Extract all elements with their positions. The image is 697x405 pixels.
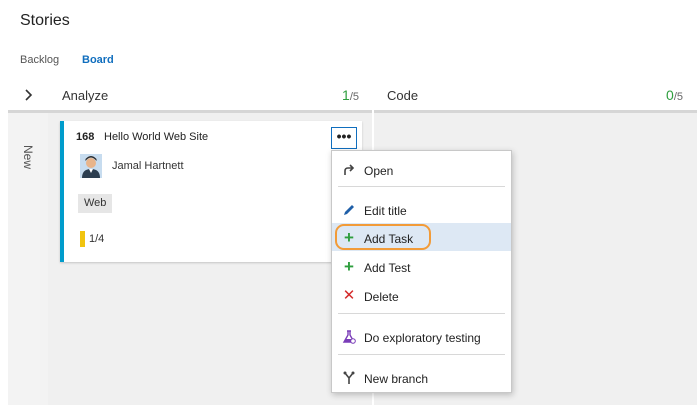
column-title: Analyze: [62, 88, 109, 103]
tab-board[interactable]: Board: [82, 54, 114, 66]
open-arrow-icon: [341, 162, 357, 178]
pencil-icon: [341, 202, 357, 218]
swimlane-header[interactable]: New: [8, 113, 48, 405]
menu-item-edit-title[interactable]: Edit title: [332, 195, 511, 223]
plus-icon: +: [344, 228, 354, 247]
swimlane-label: New: [21, 145, 35, 170]
menu-item-open[interactable]: Open: [332, 155, 511, 183]
menu-divider: [338, 186, 505, 187]
assignee-name[interactable]: Jamal Hartnett: [112, 160, 184, 172]
card-context-menu: Open Edit title + Add Task + Add Test ✕ …: [331, 150, 512, 393]
menu-divider: [338, 354, 505, 355]
menu-item-label: Edit title: [364, 204, 407, 218]
menu-item-label: Add Test: [364, 261, 411, 275]
column-title: Code: [387, 88, 419, 103]
ellipsis-icon: •••: [336, 128, 352, 144]
work-item-title[interactable]: Hello World Web Site: [104, 131, 208, 143]
card-more-actions-button[interactable]: •••: [331, 127, 357, 149]
person-avatar-icon: [80, 154, 102, 178]
plus-icon: +: [344, 257, 354, 276]
menu-item-delete[interactable]: ✕ Delete: [332, 281, 511, 309]
column-header-analyze: Analyze 1/5: [62, 86, 359, 108]
menu-item-label: New branch: [364, 372, 429, 386]
menu-item-exploratory-testing[interactable]: Do exploratory testing: [332, 322, 511, 350]
menu-divider: [338, 313, 505, 314]
tag-badge: Web: [78, 194, 113, 213]
menu-item-label: Open: [364, 164, 394, 178]
branch-icon: [341, 370, 357, 386]
column-header-code: Code 0/5: [387, 86, 683, 108]
work-item-id: 168: [76, 131, 95, 143]
task-progress-count[interactable]: 1/4: [89, 233, 104, 245]
wip-count: 1/5: [342, 87, 359, 103]
menu-item-new-branch[interactable]: New branch: [332, 363, 511, 391]
wip-count: 0/5: [666, 87, 683, 103]
chevron-right-icon[interactable]: [22, 87, 36, 103]
tab-backlog[interactable]: Backlog: [20, 54, 59, 66]
menu-item-add-test[interactable]: + Add Test: [332, 252, 511, 280]
flask-icon: [341, 329, 357, 345]
avatar: [80, 154, 102, 178]
menu-item-add-task[interactable]: + Add Task: [332, 223, 511, 251]
task-progress-bar: [80, 231, 85, 247]
menu-item-label: Do exploratory testing: [364, 331, 481, 345]
x-icon: ✕: [342, 287, 356, 304]
work-item-card[interactable]: 168 Hello World Web Site Jamal Hartnett …: [60, 121, 362, 262]
menu-item-label: Delete: [364, 290, 399, 304]
page-title: Stories: [20, 12, 70, 29]
menu-item-label: Add Task: [364, 232, 414, 246]
